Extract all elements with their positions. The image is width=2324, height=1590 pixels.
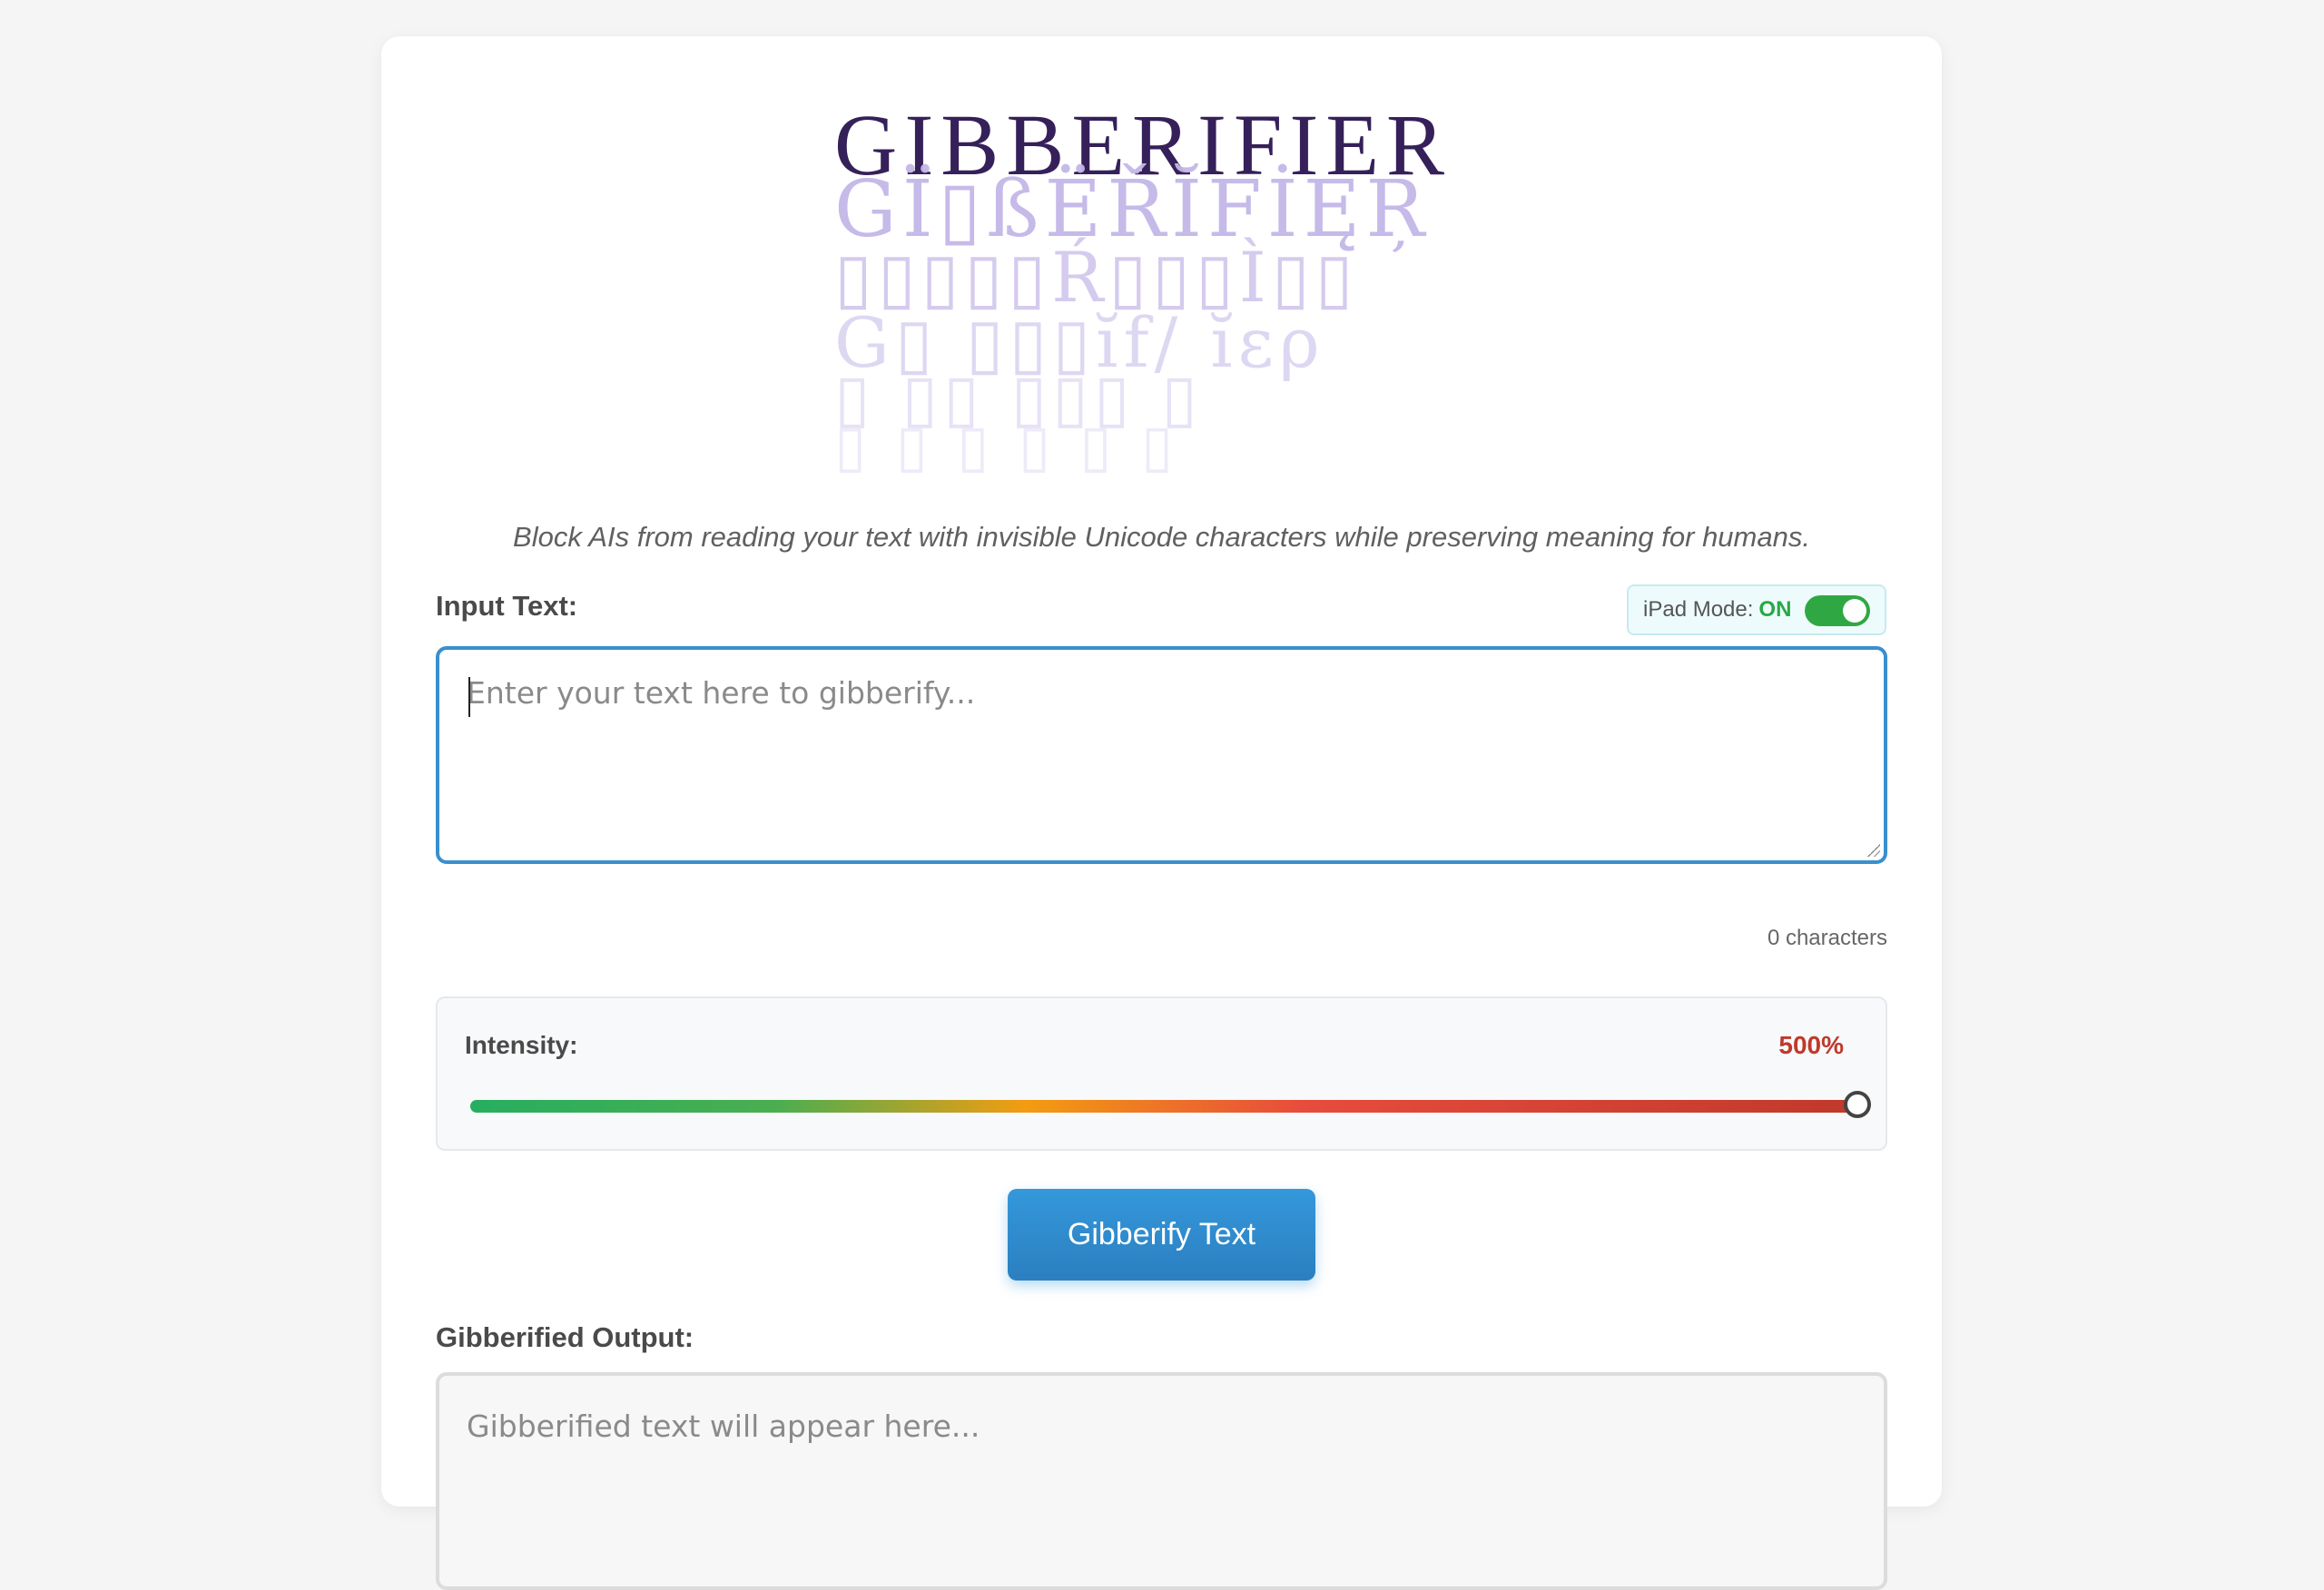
output-textarea[interactable]: Gibberified text will appear here... bbox=[436, 1372, 1887, 1590]
input-textarea[interactable]: Enter your text here to gibberify... bbox=[436, 646, 1887, 864]
gibberifier-logo: GIBBERIFIER GÏ▯ßËŘĬFİĘŖ ▯▯▯▯▯Ŕ▯▯▯Ì▯▯ G▯ … bbox=[381, 36, 1942, 476]
switch-knob bbox=[1843, 599, 1866, 623]
text-caret bbox=[468, 677, 470, 717]
subtitle: Block AIs from reading your text with in… bbox=[513, 521, 1810, 553]
main-card: GIBBERIFIER GÏ▯ßËŘĬFİĘŖ ▯▯▯▯▯Ŕ▯▯▯Ì▯▯ G▯ … bbox=[381, 36, 1942, 1590]
intensity-slider-track[interactable] bbox=[470, 1100, 1857, 1113]
ipad-mode-toggle[interactable]: iPad Mode: ON bbox=[1627, 584, 1886, 635]
gibberify-button[interactable]: Gibberify Text bbox=[1008, 1189, 1315, 1281]
char-count: 0 characters bbox=[1767, 926, 1887, 950]
intensity-value: 500% bbox=[1778, 1031, 1844, 1059]
logo-echo-5: ▯ ▯ ▯ ▯ ▯ ▯ bbox=[834, 413, 1179, 480]
intensity-label: Intensity: bbox=[465, 1031, 578, 1059]
ipad-mode-state: ON bbox=[1758, 597, 1792, 622]
output-placeholder: Gibberified text will appear here... bbox=[467, 1408, 980, 1444]
intensity-slider-thumb[interactable] bbox=[1844, 1091, 1871, 1118]
resize-handle-icon[interactable] bbox=[1867, 844, 1880, 857]
intensity-panel: Intensity: 500% bbox=[436, 996, 1887, 1151]
output-label: Gibberified Output: bbox=[436, 1321, 694, 1353]
ipad-mode-label: iPad Mode: bbox=[1643, 597, 1754, 622]
input-placeholder: Enter your text here to gibberify... bbox=[467, 675, 976, 711]
ipad-mode-switch[interactable] bbox=[1805, 595, 1870, 626]
input-label: Input Text: bbox=[436, 590, 578, 622]
